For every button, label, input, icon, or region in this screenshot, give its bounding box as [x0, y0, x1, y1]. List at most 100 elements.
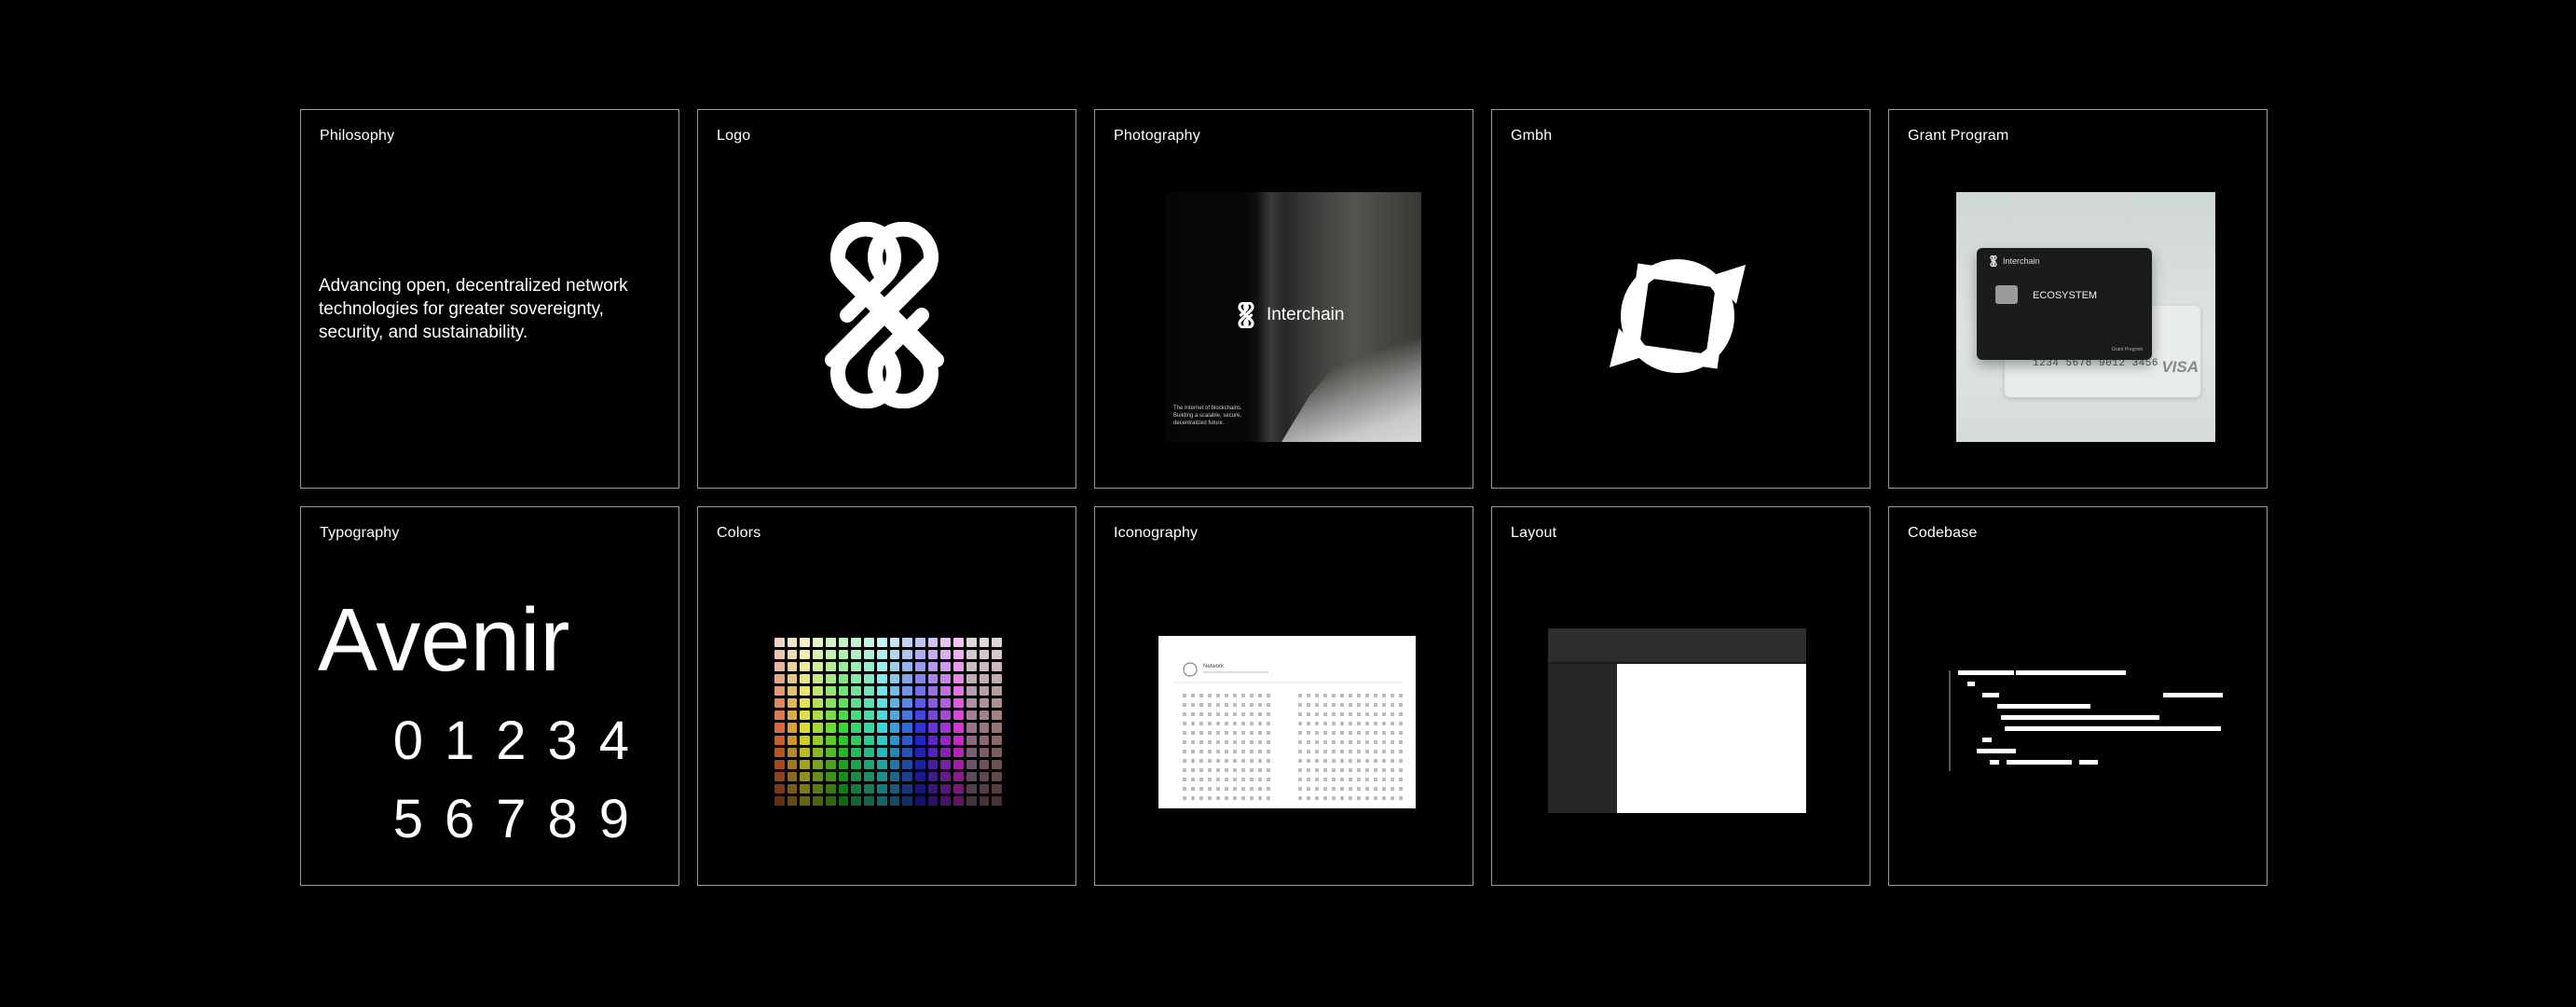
color-swatch: [825, 771, 836, 781]
color-swatch: [876, 783, 887, 793]
shield-icon: [1183, 662, 1198, 677]
card-network: VISA: [2161, 358, 2199, 376]
icon-glyph: [1357, 740, 1361, 744]
color-swatch: [774, 783, 785, 793]
icon-glyph: [1233, 759, 1237, 763]
icon-glyph: [1307, 796, 1310, 800]
color-swatch: [953, 686, 964, 697]
icon-glyph: [1349, 722, 1352, 725]
color-swatch: [914, 710, 925, 721]
icon-glyph: [1267, 694, 1270, 697]
card-photography[interactable]: Photography Interchain The Internet of b…: [1094, 109, 1473, 489]
card-iconography[interactable]: Iconography Network: [1094, 506, 1473, 886]
icon-glyph: [1191, 731, 1195, 735]
color-swatch: [992, 686, 1002, 697]
typeface-name: Avenir: [318, 590, 570, 690]
icon-glyph: [1391, 694, 1394, 697]
color-swatch: [902, 723, 912, 733]
icon-glyph: [1323, 787, 1327, 791]
icon-glyph: [1267, 750, 1270, 753]
color-swatch: [787, 650, 798, 660]
color-swatch: [825, 783, 836, 793]
icon-glyph: [1391, 787, 1394, 791]
icon-glyph: [1315, 787, 1319, 791]
card-typography[interactable]: Typography Avenir 01234 56789: [300, 506, 679, 886]
color-swatch: [940, 747, 952, 757]
color-swatch: [838, 795, 849, 806]
icon-glyph: [1241, 712, 1245, 716]
icon-glyph: [1183, 750, 1186, 753]
card-grant-program[interactable]: Grant Program 1234 5678 9012 3456 VISA I…: [1888, 109, 2268, 489]
color-swatch: [813, 795, 823, 806]
icon-glyph: [1307, 740, 1310, 744]
color-swatch: [902, 638, 912, 648]
color-swatch: [889, 723, 900, 733]
card-codebase[interactable]: Codebase: [1888, 506, 2268, 886]
color-swatch: [800, 710, 811, 721]
icon-glyph: [1315, 778, 1319, 781]
icon-glyph: [1323, 694, 1327, 697]
icon-glyph: [1183, 722, 1186, 725]
color-swatch: [992, 698, 1002, 709]
icon-glyph: [1199, 750, 1203, 753]
color-swatch: [940, 759, 952, 769]
color-swatch: [774, 771, 785, 781]
icon-glyph: [1357, 778, 1361, 781]
color-swatch: [813, 698, 823, 709]
color-swatch: [902, 650, 912, 660]
icon-glyph: [1191, 712, 1195, 716]
icon-glyph: [1208, 731, 1212, 735]
icon-glyph: [1208, 694, 1212, 697]
color-swatch: [927, 650, 939, 660]
icon-glyph: [1382, 694, 1386, 697]
color-swatch: [787, 747, 798, 757]
icon-glyph: [1250, 759, 1254, 763]
icon-glyph: [1208, 787, 1212, 791]
card-layout[interactable]: Layout: [1491, 506, 1870, 886]
card-colors[interactable]: Colors: [697, 506, 1076, 886]
icon-glyph: [1241, 703, 1245, 707]
icon-glyph: [1391, 731, 1394, 735]
icon-glyph: [1216, 722, 1220, 725]
icon-glyph: [1357, 712, 1361, 716]
code-line: [2163, 693, 2223, 697]
icon-glyph: [1199, 703, 1203, 707]
color-swatch: [774, 723, 785, 733]
icon-glyph: [1298, 722, 1302, 725]
icon-glyph: [1183, 787, 1186, 791]
icon-glyph: [1199, 778, 1203, 781]
color-swatch: [813, 650, 823, 660]
color-swatch: [927, 795, 939, 806]
icon-glyph: [1340, 731, 1344, 735]
card-philosophy[interactable]: Philosophy Advancing open, decentralized…: [300, 109, 679, 489]
card-logo[interactable]: Logo: [697, 109, 1076, 489]
color-swatch: [979, 759, 990, 769]
color-swatch: [864, 638, 874, 648]
icon-glyph: [1298, 778, 1302, 781]
icon-glyph: [1225, 787, 1228, 791]
icon-glyph: [1399, 768, 1403, 772]
color-swatch: [992, 662, 1002, 672]
icon-glyph: [1191, 694, 1195, 697]
icon-glyph: [1241, 694, 1245, 697]
icon-glyph: [1258, 750, 1262, 753]
color-swatch: [979, 674, 990, 684]
color-swatch: [851, 638, 862, 648]
icon-glyph: [1191, 750, 1195, 753]
color-swatch: [992, 674, 1002, 684]
card-gmbh[interactable]: Gmbh: [1491, 109, 1870, 489]
code-line: [1967, 682, 1975, 686]
color-swatch: [940, 650, 952, 660]
color-swatch: [851, 723, 862, 733]
color-swatch: [953, 662, 964, 672]
icon-glyph: [1250, 740, 1254, 744]
color-swatch: [940, 783, 952, 793]
color-swatch: [966, 650, 977, 660]
icon-glyph: [1250, 778, 1254, 781]
icon-glyph: [1365, 759, 1369, 763]
icon-glyph: [1199, 740, 1203, 744]
color-swatch: [992, 735, 1002, 745]
icon-glyph: [1216, 778, 1220, 781]
photo-caption: The Internet of blockchains. Building a …: [1173, 406, 1242, 426]
color-swatch: [787, 723, 798, 733]
